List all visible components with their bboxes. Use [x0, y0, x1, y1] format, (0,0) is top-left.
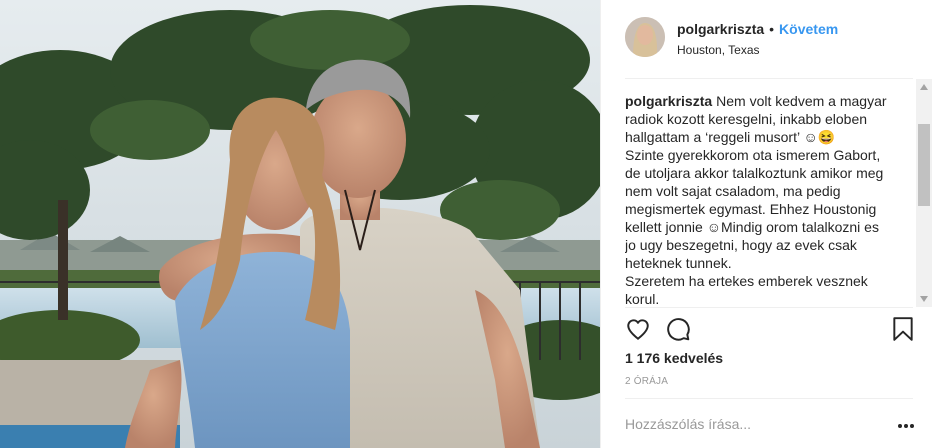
- caption-username-link[interactable]: polgarkriszta: [625, 93, 712, 109]
- caption-line: megismertek egymast. Ehhez Houstonig: [625, 201, 877, 217]
- caption-text: Nem volt kedvem a magyar: [716, 93, 887, 109]
- header-text: polgarkriszta • Követem Houston, Texas: [677, 21, 838, 78]
- instagram-post: polgarkriszta • Követem Houston, Texas p…: [0, 0, 936, 448]
- scroll-down-arrow-icon[interactable]: [916, 291, 932, 307]
- divider: [625, 307, 913, 308]
- location-link[interactable]: Houston, Texas: [677, 43, 838, 57]
- scrollbar-thumb[interactable]: [918, 124, 930, 206]
- caption-line: de utoljara akkor talalkoztunk amikor me…: [625, 165, 884, 181]
- caption-line: radiok kozott keresgelni, inkabb eloben: [625, 111, 868, 127]
- follow-button[interactable]: Követem: [779, 21, 838, 37]
- action-bar: [625, 316, 915, 344]
- username-link[interactable]: polgarkriszta: [677, 21, 764, 37]
- avatar[interactable]: [625, 17, 665, 57]
- caption-line: jo ugy beszegetni, hogy az evek csak: [625, 237, 857, 253]
- post-side-panel: polgarkriszta • Követem Houston, Texas p…: [600, 0, 936, 448]
- post-photo-image: [0, 0, 600, 448]
- likes-count[interactable]: 1 176 kedvelés: [625, 350, 723, 366]
- caption-line: polgarkriszta Nem volt kedvem a magyar: [625, 92, 907, 110]
- caption-line: heteknek tunnek.: [625, 255, 732, 271]
- separator-dot: •: [769, 21, 775, 37]
- bookmark-icon[interactable]: [891, 316, 915, 345]
- caption-area[interactable]: polgarkriszta Nem volt kedvem a magyar ra…: [625, 78, 913, 308]
- caption: polgarkriszta Nem volt kedvem a magyar ra…: [625, 79, 913, 308]
- caption-line: Szeretem ha ertekes emberek vesznek: [625, 273, 868, 289]
- post-photo[interactable]: [0, 0, 600, 448]
- comment-input[interactable]: [625, 416, 875, 432]
- heart-icon[interactable]: [625, 316, 651, 345]
- speech-bubble-icon[interactable]: [665, 316, 691, 345]
- comment-form: [625, 410, 915, 438]
- ellipsis-icon[interactable]: [897, 416, 915, 432]
- header-row: polgarkriszta • Követem: [677, 21, 838, 37]
- post-timestamp[interactable]: 2 ÓRÁJA: [625, 376, 668, 387]
- divider: [625, 398, 913, 399]
- post-header: polgarkriszta • Követem Houston, Texas: [601, 0, 936, 78]
- caption-line: hallgattam a ‘reggeli musort’ ☺😆: [625, 129, 836, 145]
- caption-scrollbar[interactable]: [916, 79, 932, 307]
- caption-line: korul.: [625, 291, 660, 307]
- caption-line: Szinte gyerekkorom ota ismerem Gabort,: [625, 147, 881, 163]
- scroll-up-arrow-icon[interactable]: [916, 79, 932, 95]
- caption-line: nem volt sajat csaladom, ma pedig: [625, 183, 841, 199]
- avatar-image: [625, 17, 665, 57]
- caption-line: kellett jonnie ☺Mindig orom talalkozni e…: [625, 219, 879, 235]
